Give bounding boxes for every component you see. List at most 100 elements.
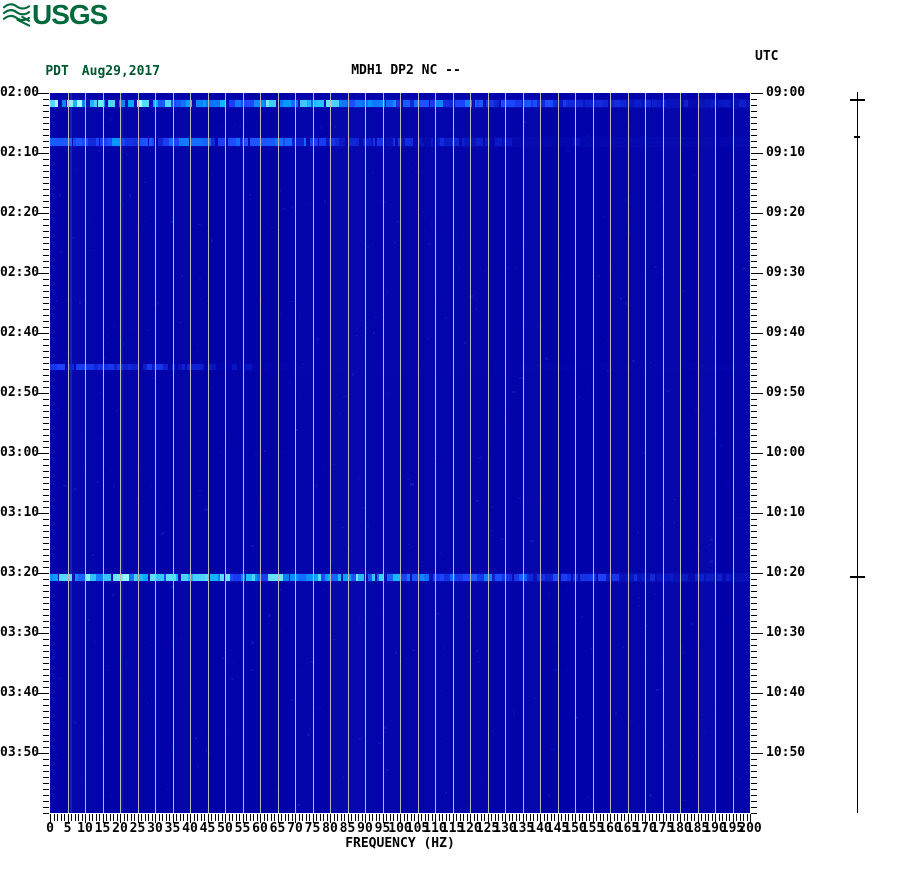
- noise-speckle: [289, 301, 293, 303]
- event-segment: [407, 573, 410, 581]
- noise-speckle: [122, 342, 126, 346]
- frequency-tick: [578, 814, 580, 821]
- right-time-label: 09:40: [766, 325, 806, 340]
- event-segment: [269, 99, 276, 107]
- event-segment: [55, 99, 58, 107]
- frequency-tick: [155, 814, 156, 823]
- frequency-tick-label: 10: [77, 821, 93, 836]
- right-time-label: 10:40: [766, 685, 806, 700]
- event-segment: [355, 99, 363, 107]
- left-minute-tick: [43, 321, 49, 322]
- noise-column: [190, 93, 208, 813]
- frequency-tick: [330, 814, 331, 823]
- event-segment: [128, 99, 134, 107]
- utc-label: UTC: [755, 49, 779, 64]
- frequency-tick: [333, 814, 335, 821]
- noise-speckle: [358, 476, 360, 480]
- event-segment: [57, 364, 65, 371]
- noise-speckle: [72, 237, 76, 239]
- noise-speckle: [298, 316, 301, 318]
- noise-speckle: [316, 338, 320, 340]
- event-segment: [537, 573, 545, 581]
- left-minute-tick: [43, 417, 49, 418]
- frequency-tick: [501, 814, 503, 821]
- noise-speckle: [342, 395, 345, 398]
- frequency-tick-label: 75: [304, 821, 321, 836]
- noise-speckle: [178, 322, 182, 324]
- noise-speckle: [156, 538, 160, 540]
- noise-speckle: [286, 285, 289, 287]
- left-minute-tick: [43, 813, 49, 814]
- frequency-tick: [421, 814, 422, 821]
- noise-speckle: [203, 508, 208, 511]
- frequency-tick: [288, 814, 289, 821]
- frequency-tick: [407, 814, 408, 821]
- noise-speckle: [430, 203, 432, 205]
- gridline: [313, 93, 314, 813]
- noise-speckle: [210, 174, 215, 176]
- noise-speckle: [649, 794, 653, 797]
- right-minute-tick: [751, 663, 757, 664]
- frequency-tick-label: 50: [217, 821, 233, 836]
- gridline: [173, 93, 174, 813]
- noise-speckle: [93, 640, 96, 643]
- event-segment: [78, 573, 85, 581]
- frequency-tick: [638, 814, 639, 821]
- left-minute-tick: [43, 477, 49, 478]
- event-segment: [267, 137, 275, 146]
- frequency-tick: [585, 814, 587, 821]
- left-minute-tick: [43, 237, 49, 238]
- right-minute-tick: [751, 609, 757, 610]
- right-minute-tick: [751, 255, 757, 256]
- right-minute-tick: [751, 237, 757, 238]
- event-segment: [567, 573, 571, 581]
- noise-speckle: [79, 300, 81, 304]
- left-minute-tick: [43, 129, 49, 130]
- frequency-tick: [575, 814, 576, 823]
- frequency-tick: [669, 814, 671, 821]
- event-segment: [435, 99, 443, 107]
- frequency-tick: [291, 814, 293, 821]
- frequency-tick-label: 125: [475, 821, 500, 836]
- right-minute-tick: [751, 111, 757, 112]
- gridline: [120, 93, 121, 813]
- noise-speckle: [493, 454, 498, 456]
- left-minute-tick: [43, 543, 49, 544]
- noise-speckle: [51, 682, 54, 685]
- right-minute-tick: [751, 333, 763, 334]
- left-minute-tick: [43, 177, 49, 178]
- right-minute-tick: [751, 177, 757, 178]
- right-minute-tick: [751, 159, 757, 160]
- event-segment: [53, 573, 58, 581]
- event-segment: [330, 573, 338, 581]
- noise-speckle: [112, 593, 116, 597]
- right-minute-tick: [751, 195, 757, 196]
- left-minute-tick: [43, 405, 49, 406]
- noise-speckle: [605, 339, 609, 341]
- noise-speckle: [636, 605, 641, 607]
- left-minute-tick: [43, 195, 49, 196]
- frequency-tick: [536, 814, 538, 821]
- noise-speckle: [181, 275, 184, 278]
- noise-speckle: [632, 359, 636, 363]
- gridline: [610, 93, 611, 813]
- noise-speckle: [672, 521, 675, 524]
- noise-speckle: [518, 539, 521, 542]
- frequency-tick: [81, 814, 83, 821]
- frequency-tick: [137, 814, 139, 823]
- noise-speckle: [394, 651, 398, 655]
- left-minute-tick: [43, 105, 49, 106]
- left-minute-tick: [43, 717, 49, 718]
- noise-speckle: [108, 335, 111, 338]
- left-minute-tick: [43, 471, 49, 472]
- noise-speckle: [629, 721, 633, 723]
- noise-speckle: [288, 94, 292, 96]
- event-segment: [104, 573, 111, 581]
- event-segment: [495, 573, 502, 581]
- noise-speckle: [288, 710, 292, 714]
- noise-speckle: [460, 641, 462, 644]
- noise-speckle: [411, 166, 413, 170]
- event-segment: [211, 364, 216, 371]
- frequency-tick: [312, 814, 314, 823]
- frequency-tick: [102, 814, 104, 823]
